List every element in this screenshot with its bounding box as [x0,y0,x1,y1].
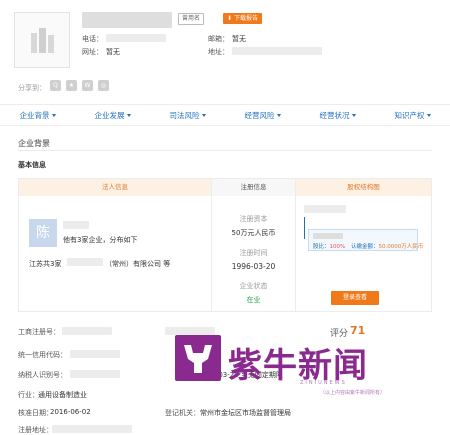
equity-header: 股权结构图 [296,179,431,196]
phone-label: 电话： [82,35,103,43]
share-icons: Q ★ W ◎ [50,80,109,91]
reg-addr-value [52,425,132,433]
address-label: 地址： [208,48,229,56]
phone-value [106,34,166,42]
province: 江苏 [29,260,43,268]
date-value: 1996-03-20 [231,262,276,271]
capital-label: 注册资本 [239,215,268,223]
approve-value: 2016-06-02 [50,408,91,416]
equity-ratio-line: 股比：100% 认缴金额：50.0000万人民币 [313,244,424,250]
divider [18,150,432,151]
legal-header: 法人信息 [19,179,211,196]
company-logo [14,12,70,68]
credit-code-label: 统一信用代码： [18,351,67,359]
reg-addr-label: 注册地址： [18,426,53,434]
province-count: 共3家 [43,260,62,268]
info-panel: 法人信息 陈 他有3家企业，分布如下 江苏 共3家 （常州）有限公司 等 注册信… [18,178,432,312]
login-view-button[interactable]: 登录查看 [331,291,379,305]
section-title: 企业背景 [18,139,50,148]
chevron-down-icon [201,114,206,117]
building-icon [31,28,54,53]
industry-label: 行业： [18,391,39,399]
capital-value: 50万元人民币 [231,229,276,237]
chevron-down-icon [351,114,356,117]
main-nav: 企业背景 企业发展 司法风险 经营风险 经营状况 知识产权 [0,104,450,126]
taxpayer-value [70,370,120,378]
reg-column: 注册信息 注册资本 50万元人民币 注册时间 1996-03-20 企业状态 在… [212,179,296,311]
nav-tab-operation-status[interactable]: 经营状况 [320,110,356,121]
section-subtitle: 基本信息 [18,161,46,169]
watermark-logo [175,335,221,381]
equity-card: 股比：100% 认缴金额：50.0000万人民币 [308,229,423,251]
former-name-tag[interactable]: 曾用名 [178,13,205,25]
watermark-pinyin: ZINIUNEWS [300,380,347,386]
watermark-slogan: （以上内容由紫牛新闻所有） [320,390,386,396]
credit-code-value [70,350,120,358]
status-value: 在业 [246,296,261,304]
shareholder-name [304,205,346,213]
taxpayer-label: 纳税人识别号： [18,371,67,379]
equity-column: 股权结构图 股比：100% 认缴金额：50.0000万人民币 登录查看 [296,179,431,311]
authority-label: 登记机关： [165,409,200,417]
qzone-icon[interactable]: ★ [66,80,77,91]
legal-column: 法人信息 陈 他有3家企业，分布如下 江苏 共3家 （常州）有限公司 等 [19,179,212,311]
reg-no-value [62,327,112,335]
website-value: 暂无 [106,48,120,56]
chevron-down-icon [426,114,431,117]
chevron-down-icon [126,114,131,117]
weibo-icon[interactable]: W [82,80,93,91]
email-value: 暂无 [232,35,246,43]
industry-value: 通用设备制造业 [38,391,87,399]
approve-label: 核准日期： [18,409,53,417]
detail-blur [165,327,215,335]
bull-icon [184,345,212,373]
chevron-down-icon [276,114,281,117]
nav-tab-ip[interactable]: 知识产权 [395,110,431,121]
nav-tab-development[interactable]: 企业发展 [95,110,131,121]
nav-tab-legal-risk[interactable]: 司法风险 [170,110,206,121]
email-label: 邮箱： [208,35,229,43]
avatar[interactable]: 陈 [29,219,57,247]
watermark-text: 紫牛新闻 [228,346,368,386]
authority-value: 常州市金坛区市场监督管理局 [200,409,291,417]
company-name-blur [67,258,103,266]
equity-holder-name [313,233,343,239]
chart-line [304,217,305,239]
company-suffix[interactable]: （常州）有限公司 等 [105,259,170,269]
wechat-icon[interactable]: ◎ [98,80,109,91]
address-value [232,47,322,55]
company-count-text: 他有3家企业，分布如下 [63,236,138,244]
download-icon: ⬇ [227,15,234,22]
nav-tab-background[interactable]: 企业背景 [20,110,56,121]
status-label: 企业状态 [239,282,268,290]
qq-icon[interactable]: Q [50,80,61,91]
score-value: 71 [350,324,366,337]
nav-tab-operation-risk[interactable]: 经营风险 [245,110,281,121]
company-name [82,12,172,28]
chevron-down-icon [51,114,56,117]
download-report-button[interactable]: ⬇ 下载报告 [223,13,262,24]
legal-person-name [63,221,89,229]
share-label: 分享到： [18,84,46,92]
website-label: 网址： [82,48,103,56]
date-label: 注册时间 [239,249,268,257]
reg-header: 注册信息 [212,179,295,196]
reg-no-label: 工商注册号： [18,328,60,336]
